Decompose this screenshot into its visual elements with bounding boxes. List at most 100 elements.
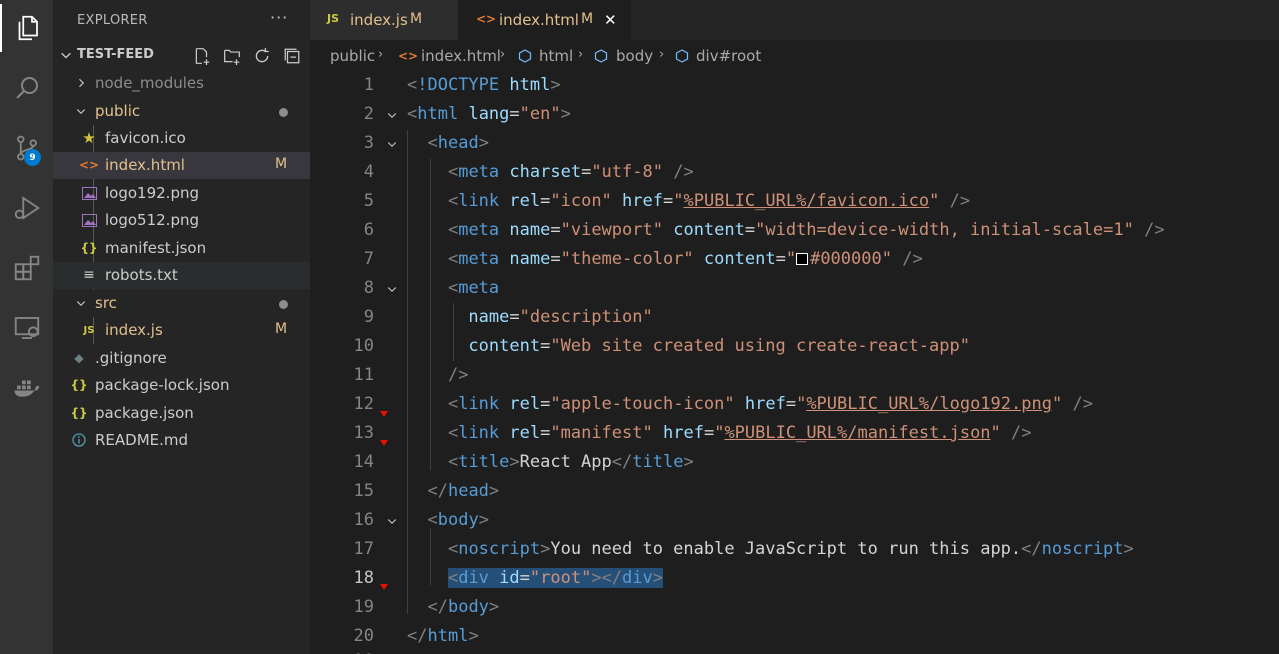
- breadcrumb-item[interactable]: public: [330, 47, 375, 65]
- tree-item-public[interactable]: public: [53, 98, 310, 125]
- breadcrumb-item[interactable]: body: [616, 47, 653, 65]
- run-debug-icon[interactable]: [0, 184, 53, 232]
- breadcrumb: public › <> index.html › html › body › d…: [310, 40, 1279, 72]
- tree-item-label: node_modules: [95, 74, 204, 92]
- modified-dot: [279, 108, 288, 117]
- tab-label: index.js: [350, 11, 408, 29]
- workspace-folder-header[interactable]: TEST-FEED: [53, 42, 310, 68]
- extensions-icon[interactable]: [0, 244, 53, 292]
- chevron-down-icon: [76, 109, 86, 115]
- tree-item-label: README.md: [95, 431, 189, 449]
- code-text: <noscript>You need to enable JavaScript …: [447, 539, 1134, 559]
- fold-chevron-icon[interactable]: [386, 283, 398, 295]
- code-line: 16 <body>: [310, 507, 1279, 536]
- tree-item-label: package-lock.json: [95, 376, 230, 394]
- line-number: 11: [353, 365, 374, 385]
- code-text: <link rel="icon" href="%PUBLIC_URL%/favi…: [447, 191, 971, 211]
- code-line: 21: [310, 648, 1279, 654]
- breadcrumb-item[interactable]: index.html: [421, 47, 501, 65]
- line-number: 9: [363, 307, 374, 327]
- more-actions-icon[interactable]: ···: [270, 8, 288, 27]
- modified-status: M: [275, 321, 288, 337]
- code-line: 2 <html lang="en">: [310, 101, 1279, 130]
- code-editor[interactable]: 1 <!DOCTYPE html> 2 <html lang="en"> 3 <…: [310, 72, 1279, 654]
- line-number: 16: [353, 510, 374, 530]
- code-line: 12 <link rel="apple-touch-icon" href="%P…: [310, 391, 1279, 420]
- code-line: 19 </body>: [310, 594, 1279, 623]
- explorer-icon[interactable]: [0, 4, 53, 52]
- refresh-icon[interactable]: [252, 46, 272, 66]
- breadcrumb-item[interactable]: html: [539, 47, 573, 65]
- breadcrumb-item[interactable]: div#root: [696, 47, 761, 65]
- line-number: 14: [353, 452, 374, 472]
- modified-dot: [279, 300, 288, 309]
- fold-chevron-icon[interactable]: [386, 138, 398, 150]
- element-icon: [675, 49, 689, 67]
- new-folder-icon[interactable]: [222, 46, 242, 66]
- tree-item-node-modules[interactable]: node_modules: [53, 70, 310, 97]
- scm-badge: 9: [24, 149, 41, 166]
- tree-item-index-html[interactable]: <> index.html M: [53, 152, 310, 179]
- collapse-all-icon[interactable]: [282, 46, 302, 66]
- tree-item-manifest[interactable]: {} manifest.json: [53, 235, 310, 262]
- chevron-right-icon: ›: [500, 47, 506, 62]
- fold-chevron-icon[interactable]: [386, 109, 398, 121]
- chevron-down-icon: [76, 301, 86, 307]
- docker-icon[interactable]: [0, 364, 53, 412]
- line-number: 18: [353, 568, 374, 588]
- tree-item-label: robots.txt: [105, 266, 178, 284]
- json-file-icon: {}: [80, 241, 98, 255]
- new-file-icon[interactable]: [192, 46, 212, 66]
- code-line: 7 <meta name="theme-color" content=" #000…: [310, 246, 1279, 275]
- tree-item-logo192[interactable]: logo192.png: [53, 180, 310, 207]
- line-number: 15: [353, 481, 374, 501]
- js-file-icon: JS: [83, 324, 95, 336]
- source-control-icon[interactable]: 9: [0, 124, 53, 172]
- code-text: </html>: [407, 626, 479, 646]
- chevron-right-icon: [79, 78, 85, 88]
- code-line: 10 content="Web site created using creat…: [310, 333, 1279, 362]
- tree-item-package-lock[interactable]: {} package-lock.json: [53, 372, 310, 399]
- line-number: 1: [363, 75, 374, 95]
- image-file-icon: [81, 185, 97, 201]
- code-text: name="description": [468, 307, 653, 327]
- code-line-current: 18 <div id="root"></div>: [310, 565, 1279, 594]
- tree-item-index-js[interactable]: JS index.js M: [53, 317, 310, 344]
- search-icon[interactable]: [0, 64, 53, 112]
- tree-item-src[interactable]: src: [53, 290, 310, 317]
- activity-bar: 9: [0, 0, 53, 654]
- tree-item-label: package.json: [95, 404, 194, 422]
- explorer-sidebar: EXPLORER ··· TEST-FEED node_modules publ…: [53, 0, 310, 654]
- fold-chevron-icon[interactable]: [386, 515, 398, 527]
- line-number: 10: [353, 336, 374, 356]
- tree-item-robots[interactable]: ≡ robots.txt: [53, 262, 310, 289]
- line-number: 4: [363, 162, 374, 182]
- chevron-down-icon: [61, 52, 71, 59]
- tree-item-gitignore[interactable]: ◆ .gitignore: [53, 345, 310, 372]
- code-text: </body>: [427, 597, 500, 617]
- code-line: 1 <!DOCTYPE html>: [310, 72, 1279, 101]
- tab-modified-status: M: [410, 11, 423, 27]
- code-text: <meta name="theme-color" content=" #00000…: [447, 249, 923, 269]
- json-file-icon: {}: [70, 378, 88, 392]
- html-file-icon: <>: [398, 49, 419, 63]
- tab-index-html[interactable]: <> index.html M ✕: [458, 0, 631, 40]
- editor-tab-bar: JS index.js M <> index.html M ✕: [310, 0, 1279, 40]
- line-number: 2: [363, 104, 374, 124]
- color-swatch[interactable]: [796, 253, 809, 265]
- tree-item-label: src: [95, 294, 117, 312]
- tree-item-readme[interactable]: README.md: [53, 427, 310, 454]
- close-icon[interactable]: ✕: [604, 11, 617, 29]
- tree-item-logo512[interactable]: logo512.png: [53, 207, 310, 234]
- remote-explorer-icon[interactable]: [0, 304, 53, 352]
- tab-index-js[interactable]: JS index.js M: [310, 0, 458, 40]
- info-icon: [71, 432, 87, 448]
- line-number: 8: [363, 278, 374, 298]
- line-number: 17: [353, 539, 374, 559]
- tree-item-package[interactable]: {} package.json: [53, 400, 310, 427]
- tab-label: index.html: [499, 11, 579, 29]
- code-text: <title>React App</title>: [447, 452, 694, 472]
- tree-item-favicon[interactable]: ★ favicon.ico: [53, 125, 310, 152]
- tab-modified-status: M: [581, 11, 594, 27]
- code-text: <html lang="en">: [407, 104, 571, 124]
